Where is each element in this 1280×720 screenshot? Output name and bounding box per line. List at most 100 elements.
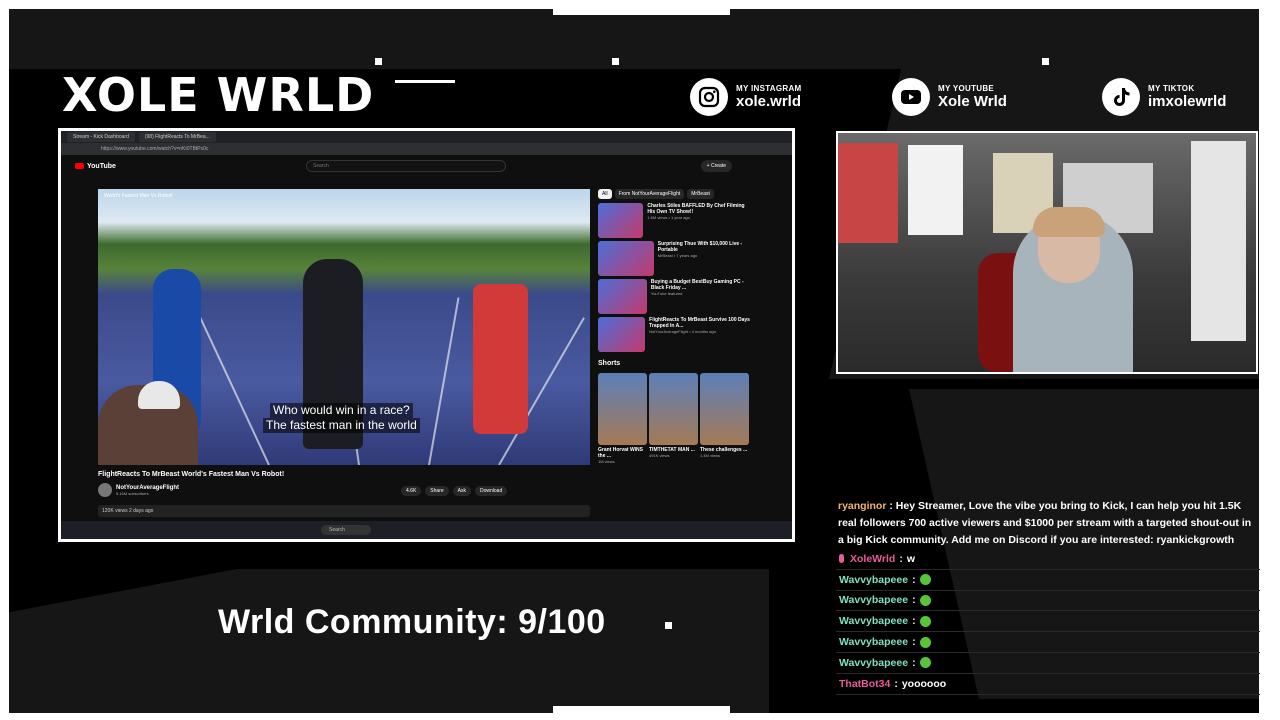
browser-tab[interactable]: Stream - Kick Dashboard <box>67 132 135 142</box>
create-button[interactable]: + Create <box>700 160 732 172</box>
chat-separator: : <box>912 656 916 669</box>
youtube-logo[interactable]: YouTube <box>75 163 116 170</box>
chat-separator: : <box>894 677 898 690</box>
shorts-shelf: Grant Horvat WINS the ... 1M views TIMTHE… <box>598 373 753 464</box>
chat-username: Wavvybapeee <box>839 573 909 586</box>
chip-all[interactable]: All <box>598 189 612 199</box>
short-thumbnail <box>700 373 749 445</box>
youtube-play-icon <box>75 163 84 169</box>
video-actions: 4.6K Share Ask Download <box>401 486 508 496</box>
recommended-meta: YouTube featured <box>650 291 683 296</box>
video-thumbnail <box>598 241 654 276</box>
chat-username: Wavvybapeee <box>839 615 909 628</box>
recommended-video[interactable]: Charles Stiles BAFFLED By Chef Filming H… <box>598 203 753 238</box>
decor-dot <box>375 58 382 65</box>
recommended-title: Charles Stiles BAFFLED By Chef Filming H… <box>647 203 745 215</box>
screen-share-panel: Stream - Kick Dashboard (98) FlightReact… <box>58 128 795 542</box>
social-youtube: MY YOUTUBE Xole Wrld <box>892 78 1007 116</box>
video-thumbnail <box>598 317 646 352</box>
address-bar[interactable]: https://www.youtube.com/watch?v=nKt0TBtP… <box>61 143 792 155</box>
browser-tab[interactable]: (98) FlightReacts To MrBea... <box>138 132 216 142</box>
channel-name[interactable]: NotYourAverageFlight <box>116 485 179 491</box>
youtube-header: YouTube Search + Create <box>61 155 792 177</box>
chat-message: Wavvybapeee: <box>836 653 1260 674</box>
recommended-title: Surprising Thue With $10,000 Live - Port… <box>657 241 743 253</box>
decor-dot <box>665 622 672 629</box>
recommended-video[interactable]: Buying a Budget BestBuy Gaming PC - Blac… <box>598 279 753 314</box>
short-item[interactable]: These challenges ... 1.4M views <box>700 373 749 464</box>
video-thumbnail <box>598 203 644 238</box>
social-caption: MY INSTAGRAM <box>736 84 802 93</box>
recommendations-sidebar: All From NotYourAverageFlight MrBeast Ch… <box>598 189 753 464</box>
window-blinds <box>908 145 963 235</box>
webcam-panel <box>836 131 1258 374</box>
video-player[interactable]: World's Fastest Man Vs Robot! Who would … <box>98 189 590 465</box>
chat-separator: : <box>912 594 916 607</box>
chat-username: XoleWrld <box>850 552 896 565</box>
chat-separator: : <box>912 573 916 586</box>
track-lane <box>196 310 270 465</box>
chat-message: XoleWrld: w <box>836 549 1260 570</box>
chip-channel[interactable]: From NotYourAverageFlight <box>614 189 685 199</box>
short-title: Grant Horvat WINS the ... <box>598 447 644 459</box>
tiktok-icon <box>1102 78 1140 116</box>
chat-separator: : <box>899 552 903 565</box>
chat-username: Wavvybapeee <box>839 594 909 607</box>
chat-separator: : <box>912 636 916 649</box>
short-views: 491K views <box>649 453 670 458</box>
channel-avatar[interactable] <box>98 483 112 497</box>
caption-line: The fastest man in the world <box>263 418 420 433</box>
video-captions: Who would win in a race? The fastest man… <box>263 403 420 433</box>
youtube-icon <box>892 78 930 116</box>
chat-text: yoooooo <box>901 677 947 690</box>
recommended-title: FlightReacts To MrBeast Survive 100 Days… <box>649 317 750 329</box>
chat-username: Wavvybapeee <box>839 656 909 669</box>
chat-message: ThatBot34: yoooooo <box>836 674 1260 695</box>
browser-tabbar: Stream - Kick Dashboard (98) FlightReact… <box>61 131 792 143</box>
taskbar-search[interactable]: Search <box>321 525 371 535</box>
video-description[interactable]: 120K views 2 days ago <box>98 505 590 517</box>
chat-message: Wavvybapeee: <box>836 632 1260 653</box>
social-caption: MY YOUTUBE <box>938 84 995 93</box>
frame-notch <box>553 706 730 713</box>
chat-message: Wavvybapeee: <box>836 591 1260 612</box>
subscriber-count: 5.16M subscribers <box>116 490 149 496</box>
emote-icon <box>919 574 931 586</box>
streamer-hair <box>1033 207 1105 237</box>
short-item[interactable]: Grant Horvat WINS the ... 1M views <box>598 373 647 464</box>
like-button[interactable]: 4.6K <box>401 486 422 496</box>
social-handle: Xole Wrld <box>938 93 1007 110</box>
chat-text: w <box>906 552 915 565</box>
wall-banner <box>838 143 898 243</box>
youtube-search-input[interactable]: Search <box>306 160 506 172</box>
track-lane <box>428 297 460 465</box>
chat-text: Hey Streamer, Love the vibe you bring to… <box>838 500 1252 546</box>
mic-icon <box>839 554 844 564</box>
recommended-title: Buying a Budget BestBuy Gaming PC - Blac… <box>650 279 744 291</box>
player-title: World's Fastest Man Vs Robot! <box>104 193 173 199</box>
short-views: 1.4M views <box>700 453 721 458</box>
caption-line: Who would win in a race? <box>270 403 413 418</box>
ask-button[interactable]: Ask <box>452 486 471 496</box>
chat-rows: XoleWrld: w Wavvybapeee: Wavvybapeee: Wavvyb… <box>836 549 1260 695</box>
frame-notch <box>553 9 730 15</box>
emote-icon <box>919 594 931 606</box>
streamer-facecam <box>98 381 198 465</box>
chip-mrbeast[interactable]: MrBeast <box>687 189 714 199</box>
emote-icon <box>919 636 931 648</box>
chat-message: Wavvybapeee: <box>836 611 1260 633</box>
emote-icon <box>919 657 931 669</box>
chat-separator: : <box>912 615 916 628</box>
short-item[interactable]: TIMTHETAT MAN ... 491K views <box>649 373 698 464</box>
community-counter: Wrld Community: 9/100 <box>218 603 606 641</box>
recommended-video[interactable]: Surprising Thue With $10,000 Live - Port… <box>598 241 753 276</box>
recommended-video[interactable]: FlightReacts To MrBeast Survive 100 Days… <box>598 317 753 352</box>
download-button[interactable]: Download <box>474 486 508 496</box>
brand-underline <box>395 80 455 83</box>
social-caption: MY TIKTOK <box>1148 84 1195 93</box>
windows-taskbar: Search <box>61 521 792 539</box>
share-button[interactable]: Share <box>425 486 449 496</box>
video-title: FlightReacts To MrBeast World's Fastest … <box>98 471 285 478</box>
room-door <box>1191 141 1246 341</box>
chat-message: Wavvybapeee: <box>836 570 1260 591</box>
